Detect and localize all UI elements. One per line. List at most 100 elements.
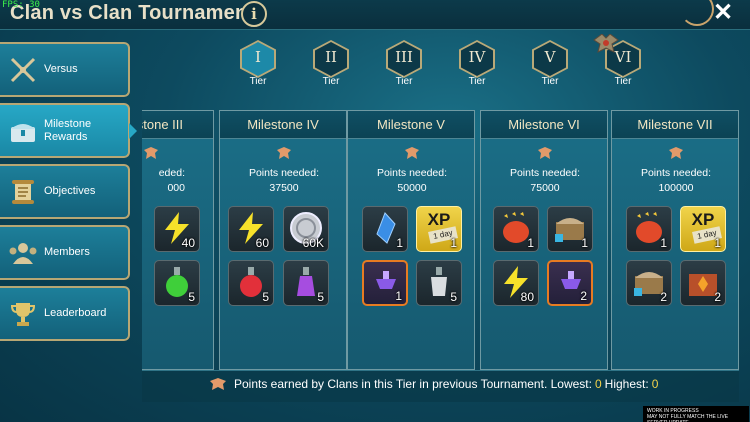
watermark: WORK IN PROGRESS MAY NOT FULLY MATCH THE… [643,406,749,422]
reward-quantity: 5 [317,290,324,304]
tier-number: III [395,48,413,66]
milestone-rewards-panel: stone III eded: 000 40 5 Milestone IV Po… [142,110,739,402]
tier-label: Tier [395,76,413,87]
sidebar-item-versus[interactable]: Versus [0,42,130,97]
reward-quantity: 1 [660,236,667,250]
milestone-column-5: Milestone V Points needed: 50000 1 XP 1 … [347,110,475,370]
reward-item[interactable]: 2 [626,260,672,306]
page-title: Clan vs Clan Tournament [10,2,255,24]
reward-item[interactable]: 40 [154,206,200,252]
milestone-title: Milestone IV [220,111,346,139]
tier-tab-3[interactable]: III Tier [384,40,424,87]
points-needed-label: Points needed: [509,167,581,179]
sidebar-item-members[interactable]: Members [0,225,130,280]
reward-item[interactable]: 2 [547,260,593,306]
sidebar-item-label: Milestone Rewards [44,117,92,143]
points-needed-value: 100000 [658,182,694,194]
reward-quantity: 40 [181,236,195,250]
tier-tab-5[interactable]: V Tier [530,40,570,87]
reward-quantity: 1 [395,289,402,303]
reward-item[interactable]: 5 [416,260,462,306]
points-needed-value: 000 [167,182,185,194]
milestone-title: Milestone V [348,111,474,139]
tier-number: IV [468,48,486,66]
tier-tab-4[interactable]: IV Tier [457,40,497,87]
fps-counter: FPS: 30 [2,0,40,10]
milestone-column-3: stone III eded: 000 40 5 [142,110,214,370]
trophy-icon [8,299,38,329]
tier-label: Tier [249,76,267,87]
reward-item[interactable]: 60 [228,206,274,252]
active-indicator [129,123,137,139]
tier-label: Tier [468,76,486,87]
reward-quantity: 1 [527,236,534,250]
top-bar: Clan vs Clan Tournament i ✕ [0,0,750,30]
clan-emblem-icon [669,147,683,159]
reward-item[interactable]: XP 1 day 1 [680,206,726,252]
tier-tab-1[interactable]: I Tier [238,40,278,87]
milestone-title: Milestone VII [612,111,738,139]
sidebar: Versus Milestone Rewards Objectives Memb… [0,42,137,347]
reward-quantity: 2 [660,290,667,304]
points-needed-value: 50000 [397,182,427,194]
highest-value: 0 [651,377,659,391]
reward-quantity: 5 [262,290,269,304]
sidebar-item-milestone-rewards[interactable]: Milestone Rewards [0,103,137,158]
points-needed-label: Points needed: [376,167,448,179]
tier-points-note: Points earned by Clans in this Tier in p… [208,376,748,392]
tier-label: Tier [614,76,632,87]
reward-item[interactable]: 60K [283,206,329,252]
note-text: Points earned by Clans in this Tier in p… [234,377,592,391]
points-needed-label: Points needed: [640,167,712,179]
points-needed-value: 75000 [530,182,560,194]
reward-item[interactable]: 1 [493,206,539,252]
chest-icon [8,116,38,146]
tier-number: I [255,48,261,66]
reward-item[interactable]: 80 [493,260,539,306]
reward-quantity: 5 [450,290,457,304]
reward-quantity: 1 [714,236,721,250]
tier-tab-2[interactable]: II Tier [311,40,351,87]
members-icon [8,238,38,268]
reward-item[interactable]: 5 [283,260,329,306]
reward-item[interactable]: XP 1 day 1 [416,206,462,252]
reward-quantity: 2 [714,290,721,304]
close-button[interactable]: ✕ [708,0,738,28]
clan-emblem-icon [277,147,291,159]
sidebar-item-label: Objectives [44,185,96,197]
clan-emblem-icon [405,147,419,159]
milestone-column-4: Milestone IV Points needed: 37500 60 60K… [219,110,347,370]
reward-quantity: 1 [450,236,457,250]
milestone-column-6: Milestone VI Points needed: 75000 1 1 80… [480,110,608,370]
reward-quantity: 80 [520,290,534,304]
points-needed-value: 37500 [269,182,299,194]
crossed-swords-icon [8,55,38,85]
tier-number: II [325,48,337,66]
reward-quantity: 5 [188,290,195,304]
sidebar-item-label: Members [44,246,90,258]
reward-item[interactable]: 1 [626,206,672,252]
tier-label: Tier [322,76,340,87]
sidebar-item-label: Leaderboard [44,307,107,319]
info-button[interactable]: i [241,1,267,27]
reward-item[interactable]: 1 [362,260,408,306]
milestone-column-7: Milestone VII Points needed: 100000 1 XP… [611,110,739,370]
reward-quantity: 60K [302,236,324,250]
points-needed-label: Points needed: [248,167,320,179]
tier-number: V [544,48,556,66]
clan-emblem-icon [144,147,158,159]
sidebar-item-objectives[interactable]: Objectives [0,164,130,219]
reward-item[interactable]: 5 [154,260,200,306]
reward-item[interactable]: 1 [362,206,408,252]
clan-emblem-icon [210,378,226,390]
reward-item[interactable]: 1 [547,206,593,252]
reward-quantity: 2 [580,289,587,303]
reward-item[interactable]: 2 [680,260,726,306]
milestone-title: stone III [142,111,213,139]
clan-emblem-icon [593,34,619,53]
sidebar-item-leaderboard[interactable]: Leaderboard [0,286,130,341]
watermark-line-2: MAY NOT FULLY MATCH THE LIVE SERVER UPDA… [647,414,729,422]
lowest-value: 0 [594,377,602,391]
reward-item[interactable]: 5 [228,260,274,306]
scroll-icon [8,177,38,207]
